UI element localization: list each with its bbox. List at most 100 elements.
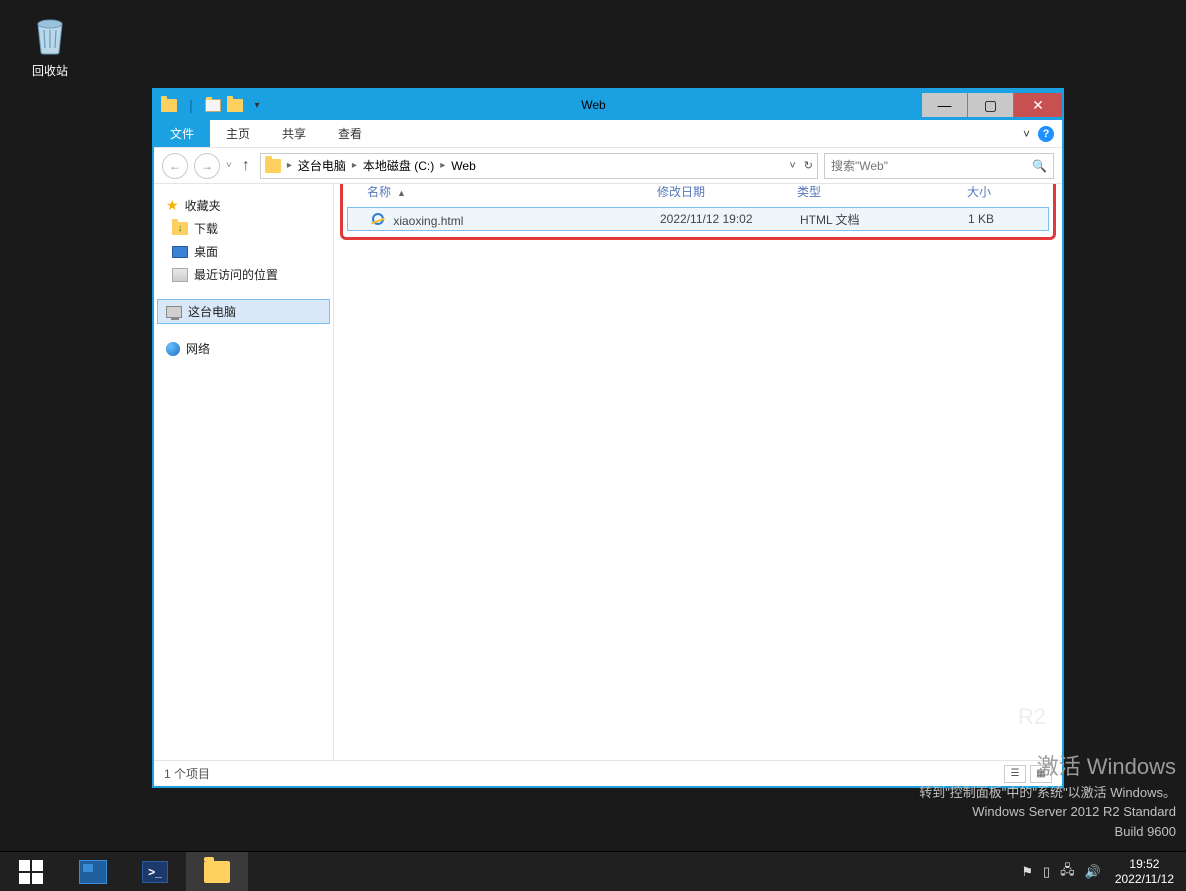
downloads-icon [172, 222, 188, 235]
tray-network-icon[interactable]: 🖧 [1060, 861, 1075, 883]
server-manager-icon [79, 860, 107, 884]
file-type: HTML 文档 [792, 211, 922, 228]
system-tray: ⚑ ▯ 🖧 🔊 19:52 2022/11/12 [1013, 852, 1186, 891]
chevron-right-icon[interactable]: ▸ [352, 160, 357, 171]
window-controls: — ▢ ✕ [921, 93, 1062, 117]
search-icon[interactable]: 🔍 [1032, 159, 1047, 173]
task-powershell[interactable]: >_ [124, 852, 186, 891]
qat-dropdown-icon[interactable]: ▾ [248, 96, 266, 114]
task-explorer[interactable] [186, 852, 248, 891]
tree-network[interactable]: 网络 [158, 337, 329, 360]
taskbar: >_ ⚑ ▯ 🖧 🔊 19:52 2022/11/12 [0, 851, 1186, 891]
column-size[interactable]: 大小 [919, 184, 999, 200]
tree-downloads[interactable]: 下载 [158, 217, 329, 240]
sort-asc-icon: ▲ [397, 188, 406, 198]
tree-label: 收藏夹 [185, 197, 221, 214]
column-name[interactable]: 名称▲ [359, 184, 649, 200]
start-button[interactable] [0, 852, 62, 891]
tree-this-pc[interactable]: 这台电脑 [158, 300, 329, 323]
chevron-right-icon[interactable]: ▸ [287, 160, 292, 171]
powershell-icon: >_ [142, 861, 168, 883]
status-bar: 1 个项目 ☰ ▦ [154, 760, 1062, 786]
clock-time: 19:52 [1115, 857, 1174, 871]
star-icon: ★ [166, 197, 179, 214]
chevron-right-icon[interactable]: ▸ [440, 160, 445, 171]
qat-separator: | [182, 96, 200, 114]
recent-icon [172, 268, 188, 282]
ribbon-file-tab[interactable]: 文件 [154, 120, 210, 147]
clock-date: 2022/11/12 [1115, 872, 1174, 886]
tray-security-icon[interactable]: ⚑ [1021, 864, 1033, 880]
column-type[interactable]: 类型 [789, 184, 919, 200]
tree-label: 这台电脑 [188, 303, 236, 320]
tray-clock[interactable]: 19:52 2022/11/12 [1111, 857, 1178, 886]
file-name-cell: xiaoxing.html [362, 211, 652, 228]
desktop-icon [172, 246, 188, 258]
os-line: Windows Server 2012 R2 Standard [919, 802, 1176, 822]
location-icon [265, 159, 281, 173]
ribbon-tab-view[interactable]: 查看 [322, 120, 378, 147]
pc-icon [166, 306, 182, 318]
file-pane: 名称▲ 修改日期 类型 大小 xiaoxing.html 2022/11/12 … [334, 184, 1062, 760]
nav-pane: ★ 收藏夹 下载 桌面 最近访问的位置 这台电脑 [154, 184, 334, 760]
view-details-button[interactable]: ☰ [1004, 765, 1026, 783]
new-folder-icon[interactable] [226, 96, 244, 114]
forward-button[interactable]: → [194, 153, 220, 179]
build-line: Build 9600 [919, 822, 1176, 842]
body: ★ 收藏夹 下载 桌面 最近访问的位置 这台电脑 [154, 184, 1062, 760]
search-input[interactable] [831, 159, 1032, 173]
column-date[interactable]: 修改日期 [649, 184, 789, 200]
tray-volume-icon[interactable]: 🔊 [1085, 864, 1101, 880]
view-icons-button[interactable]: ▦ [1030, 765, 1052, 783]
recycle-bin[interactable]: 回收站 [20, 10, 80, 79]
search-box[interactable]: 🔍 [824, 153, 1054, 179]
up-button[interactable]: ↑ [238, 157, 254, 175]
ribbon: 文件 主页 共享 查看 ˅ ? [154, 120, 1062, 148]
file-size: 1 KB [922, 212, 1002, 226]
tray-charging-icon[interactable]: ▯ [1043, 864, 1050, 880]
qat: | ▾ [154, 96, 266, 114]
properties-icon[interactable] [204, 96, 222, 114]
tree-desktop[interactable]: 桌面 [158, 240, 329, 263]
address-dropdown-icon[interactable]: ˅ [789, 160, 795, 172]
file-date: 2022/11/12 19:02 [652, 212, 792, 226]
tree-label: 桌面 [194, 243, 218, 260]
recycle-bin-icon [26, 10, 74, 58]
minimize-button[interactable]: — [922, 93, 967, 117]
column-header: 名称▲ 修改日期 类型 大小 [345, 184, 1051, 203]
tree-label: 网络 [186, 340, 210, 357]
tree-label: 下载 [194, 220, 218, 237]
nav-row: ← → ˅ ↑ ▸ 这台电脑 ▸ 本地磁盘 (C:) ▸ Web ˅ ↻ 🔍 [154, 148, 1062, 184]
status-item-count: 1 个项目 [164, 765, 210, 782]
task-server-manager[interactable] [62, 852, 124, 891]
ribbon-tab-home[interactable]: 主页 [210, 120, 266, 147]
help-icon[interactable]: ? [1038, 126, 1054, 142]
window-title: Web [266, 98, 921, 112]
breadcrumb-drive[interactable]: 本地磁盘 (C:) [363, 157, 434, 174]
desktop: 回收站 | ▾ Web — ▢ ✕ 文件 主页 共享 查看 [0, 0, 1186, 891]
windows-logo-icon [19, 860, 43, 884]
address-bar[interactable]: ▸ 这台电脑 ▸ 本地磁盘 (C:) ▸ Web ˅ ↻ [260, 153, 818, 179]
ribbon-expand-icon[interactable]: ˅ [1023, 127, 1030, 141]
annotation-highlight: 名称▲ 修改日期 类型 大小 xiaoxing.html 2022/11/12 … [340, 184, 1056, 240]
tree-recent[interactable]: 最近访问的位置 [158, 263, 329, 286]
network-icon [166, 342, 180, 356]
back-button[interactable]: ← [162, 153, 188, 179]
titlebar[interactable]: | ▾ Web — ▢ ✕ [154, 90, 1062, 120]
refresh-icon[interactable]: ↻ [804, 159, 813, 172]
folder-icon [160, 96, 178, 114]
explorer-icon [204, 861, 230, 883]
explorer-window: | ▾ Web — ▢ ✕ 文件 主页 共享 查看 ˅ ? ← [152, 88, 1064, 788]
close-button[interactable]: ✕ [1014, 93, 1062, 117]
breadcrumb-folder[interactable]: Web [451, 159, 475, 173]
recycle-bin-label: 回收站 [20, 62, 80, 79]
ribbon-tab-share[interactable]: 共享 [266, 120, 322, 147]
file-row[interactable]: xiaoxing.html 2022/11/12 19:02 HTML 文档 1… [347, 207, 1049, 231]
breadcrumb-root[interactable]: 这台电脑 [298, 157, 346, 174]
tree-label: 最近访问的位置 [194, 266, 278, 283]
view-switch: ☰ ▦ [1004, 765, 1052, 783]
maximize-button[interactable]: ▢ [968, 93, 1013, 117]
history-dropdown-icon[interactable]: ˅ [226, 160, 232, 171]
tree-favorites[interactable]: ★ 收藏夹 [158, 194, 329, 217]
file-name: xiaoxing.html [393, 214, 463, 228]
